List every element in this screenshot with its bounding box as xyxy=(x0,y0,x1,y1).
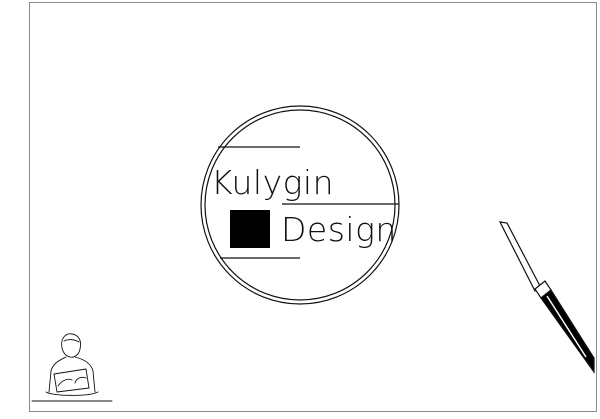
logo-word-design: Design xyxy=(281,210,397,249)
artboard: Kulygin Design xyxy=(0,0,600,419)
logo-emblem xyxy=(200,105,400,305)
logo-square xyxy=(230,210,270,248)
pen-icon xyxy=(498,221,595,374)
logo-inner-ring xyxy=(204,109,396,301)
logo-outer-ring xyxy=(200,105,400,305)
logo-word-kulygin: Kulygin xyxy=(211,163,334,202)
person-with-tablet-icon xyxy=(31,333,113,402)
